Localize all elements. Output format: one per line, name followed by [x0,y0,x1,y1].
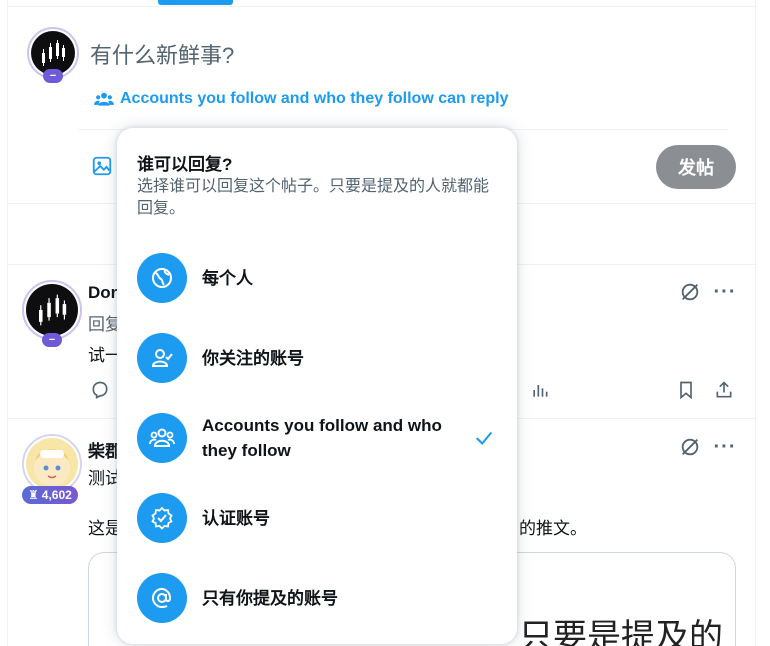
views-icon[interactable] [528,378,552,402]
checkmark-icon [473,427,495,449]
option-label: 只有你提及的账号 [202,588,338,608]
option-label: 每个人 [202,268,253,288]
card-image-text: 只要是提及的 [519,617,723,646]
at-sign-icon [137,573,187,623]
verified-badge-icon [137,493,187,543]
grok-icon[interactable] [678,280,702,304]
reply-option-following-and-their-following[interactable]: Accounts you follow and who they follow [117,400,517,476]
post-button[interactable]: 发帖 [656,145,736,189]
option-label: 认证账号 [202,508,270,528]
rank-badge-value: 4,602 [41,488,72,502]
level-badge: − [42,333,62,347]
divider [8,6,757,7]
globe-icon [137,253,187,303]
tweet-author-name[interactable]: Dor [88,283,117,303]
option-label: Accounts you follow and who they follow [202,416,442,460]
popup-description: 选择谁可以回复这个帖子。只要是提及的人就都能回复。 [137,178,490,217]
grok-icon[interactable] [678,435,702,459]
rank-badge: ♜ 4,602 [22,486,78,504]
anime-character-avatar-icon [34,449,70,486]
reply-setting-button[interactable]: Accounts you follow and who they follow … [94,90,508,108]
reply-option-following[interactable]: 你关注的账号 [117,320,517,396]
trophy-icon: ♜ [28,488,39,502]
reply-permission-popup: 谁可以回复? 选择谁可以回复这个帖子。只要是提及的人就都能回复。 每个人 你关注… [117,128,517,644]
people-group-icon [137,413,187,463]
tweet-avatar[interactable] [26,438,78,490]
reply-option-verified[interactable]: 认证账号 [117,480,517,556]
reply-option-mentioned[interactable]: 只有你提及的账号 [117,560,517,636]
reply-setting-label: Accounts you follow and who they follow … [120,90,509,107]
more-options-icon[interactable]: ··· [713,435,737,459]
tweet-avatar[interactable] [26,284,78,336]
level-badge: − [43,69,63,83]
image-icon[interactable] [91,155,113,177]
person-check-icon [137,333,187,383]
share-icon[interactable] [712,378,736,402]
option-label: 你关注的账号 [202,348,304,368]
reply-icon[interactable] [88,378,112,402]
bookmark-icon[interactable] [674,378,698,402]
reply-option-everyone[interactable]: 每个人 [117,240,517,316]
compose-input[interactable]: 有什么新鲜事? [90,38,234,70]
people-group-icon [94,92,114,106]
popup-title: 谁可以回复? [137,155,233,174]
active-tab-indicator [158,0,233,5]
tweet-text-end: 的推文。 [519,519,587,538]
candlestick-logo-icon [39,294,67,326]
more-options-icon[interactable]: ··· [713,280,737,304]
